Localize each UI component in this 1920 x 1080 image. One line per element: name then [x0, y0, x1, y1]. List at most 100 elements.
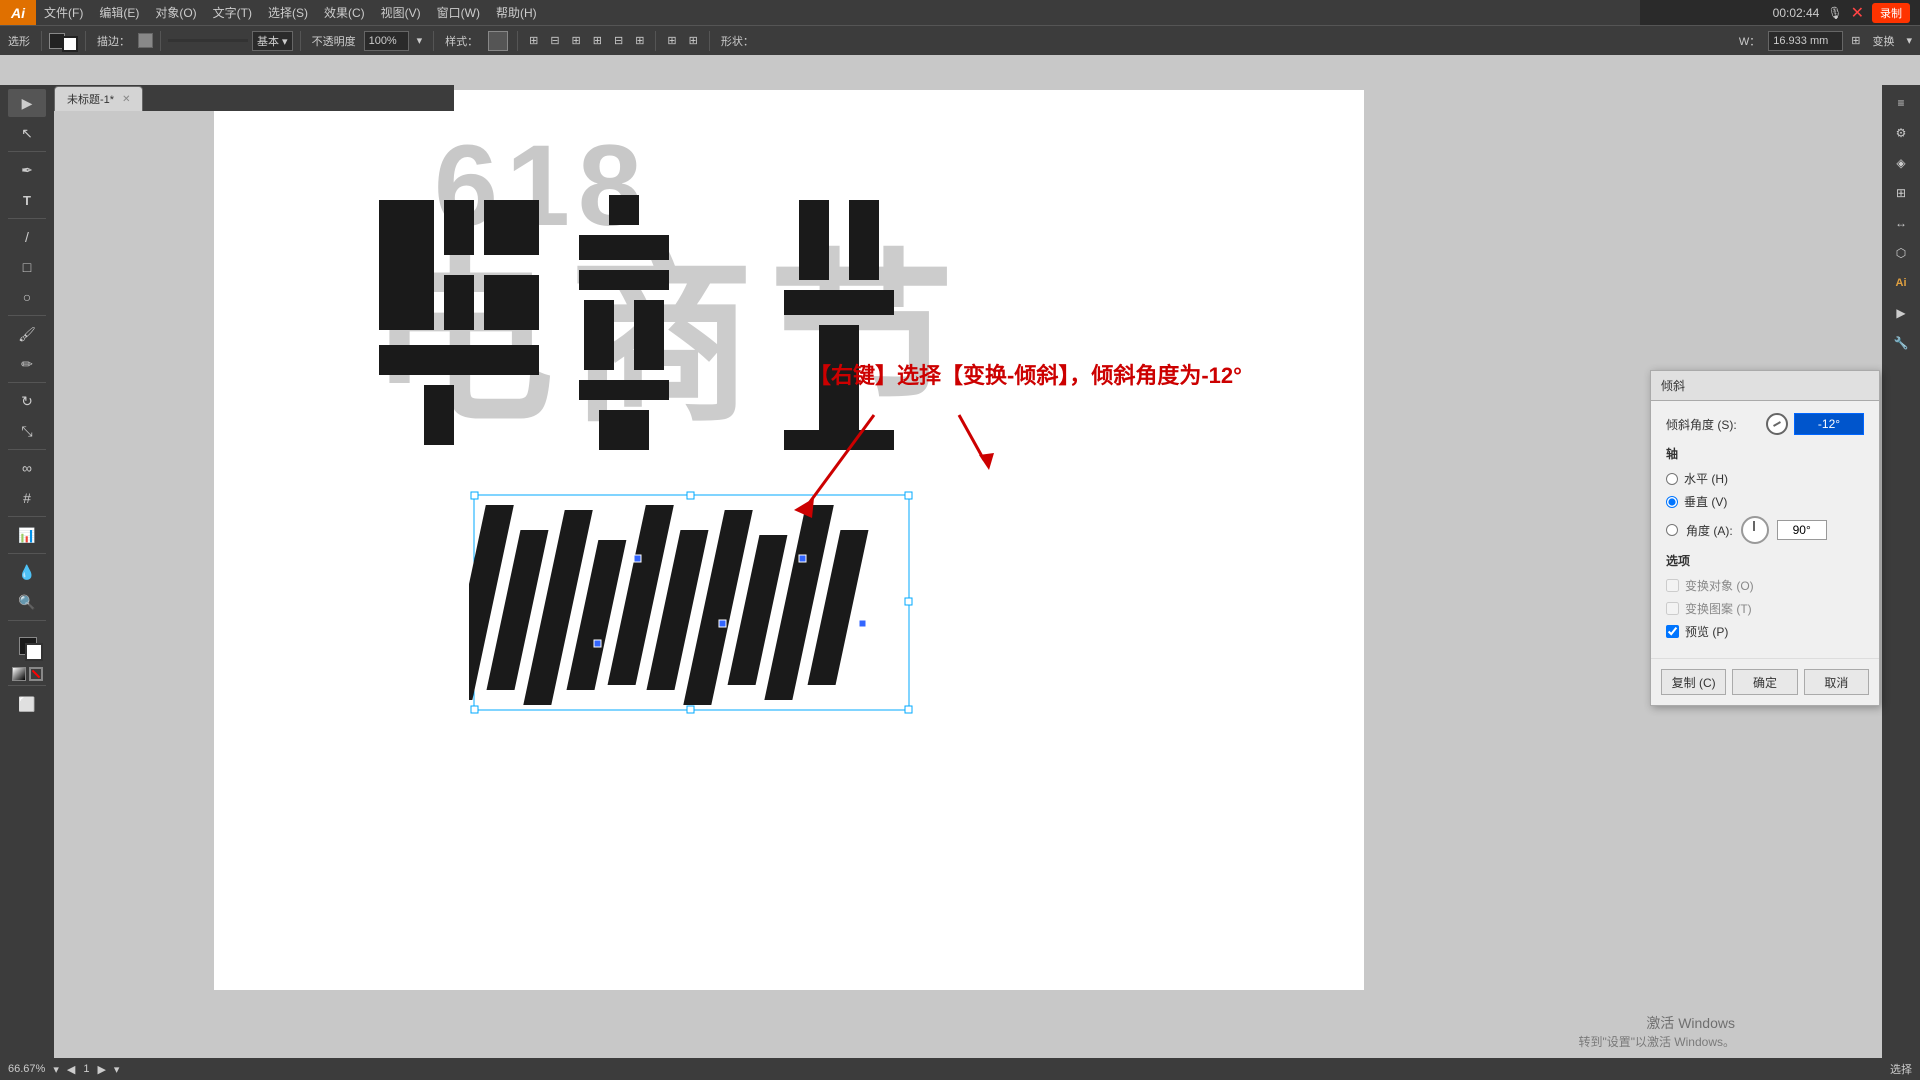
top-toolbar: 选形 描边： 基本 ▾ 不透明度 ▾ 样式： ⊞ ⊟ ⊞ ⊞ ⊟ ⊞ ⊞ ⊞ 形…: [0, 25, 1920, 55]
record-button[interactable]: 录制: [1872, 3, 1910, 23]
panel-align[interactable]: ⊞: [1885, 179, 1917, 207]
menu-text[interactable]: 文字(T): [205, 0, 260, 25]
panel-play[interactable]: ▶: [1885, 299, 1917, 327]
page-next[interactable]: ▶: [97, 1063, 105, 1076]
tool-brush[interactable]: 🖌: [8, 320, 46, 348]
distribute-h[interactable]: ⊞: [663, 29, 680, 53]
tool-rotate[interactable]: ↻: [8, 387, 46, 415]
tool-sep1: [8, 151, 46, 152]
menu-effect[interactable]: 效果(C): [316, 0, 373, 25]
ok-button[interactable]: 确定: [1732, 669, 1797, 695]
tool-pencil[interactable]: ✏: [8, 350, 46, 378]
menu-object[interactable]: 对象(O): [147, 0, 204, 25]
cancel-button[interactable]: 取消: [1804, 669, 1869, 695]
panel-ai-text[interactable]: Ai: [1885, 269, 1917, 297]
menu-bar: Ai 文件(F) 编辑(E) 对象(O) 文字(T) 选择(S) 效果(C) 视…: [0, 0, 1920, 25]
page-num: 1: [83, 1063, 89, 1075]
tool-ellipse[interactable]: ○: [8, 283, 46, 311]
tool-graph[interactable]: 📊: [8, 521, 46, 549]
panel-symbols[interactable]: ◈: [1885, 149, 1917, 177]
gradient-icon[interactable]: [12, 667, 26, 681]
vertical-radio-row: 垂直 (V): [1666, 493, 1864, 510]
transform-objects-checkbox[interactable]: [1666, 579, 1679, 592]
align-center-h[interactable]: ⊟: [546, 29, 563, 53]
status-bar: 66.67% ▾ ◀ 1 ▶ ▾ 选择: [0, 1058, 1920, 1080]
panel-plugins[interactable]: 🔧: [1885, 329, 1917, 357]
stroke-dropdown[interactable]: [138, 33, 153, 48]
menu-file[interactable]: 文件(F): [36, 0, 91, 25]
stroke-label: 描边：: [93, 29, 134, 53]
horizontal-radio[interactable]: [1666, 473, 1678, 485]
tool-blend[interactable]: ∞: [8, 454, 46, 482]
align-top[interactable]: ⊞: [589, 29, 606, 53]
mic-icon[interactable]: 🎙: [1827, 6, 1842, 20]
angle-input[interactable]: 90°: [1777, 520, 1827, 540]
tool-rect[interactable]: □: [8, 253, 46, 281]
align-left[interactable]: ⊞: [525, 29, 542, 53]
panel-properties[interactable]: ⚙: [1885, 119, 1917, 147]
panel-pathfinder[interactable]: ⬡: [1885, 239, 1917, 267]
zoom-arrows[interactable]: ▾: [53, 1063, 59, 1076]
transform-arrow[interactable]: ▾: [1902, 29, 1916, 53]
angle-radio[interactable]: [1666, 524, 1678, 536]
preview-checkbox[interactable]: [1666, 625, 1679, 638]
panel-layers[interactable]: ≡: [1885, 89, 1917, 117]
page-prev[interactable]: ◀: [67, 1063, 75, 1076]
vertical-radio[interactable]: [1666, 496, 1678, 508]
shear-dial: [1766, 413, 1788, 435]
distribute-v[interactable]: ⊞: [685, 29, 702, 53]
copy-button[interactable]: 复制 (C): [1661, 669, 1726, 695]
transform-patterns-label: 变换图案 (T): [1685, 600, 1752, 617]
active-tab[interactable]: 未标题-1* ✕: [54, 86, 143, 111]
opacity-arrow[interactable]: ▾: [413, 29, 427, 53]
stroke-swatch[interactable]: [62, 36, 78, 52]
align-right[interactable]: ⊞: [568, 29, 585, 53]
tool-direct-select[interactable]: ↖: [8, 119, 46, 147]
tool-select[interactable]: ▶: [8, 89, 46, 117]
sep4: [300, 31, 301, 51]
artboard: 618 电商节: [214, 90, 1364, 990]
opacity-input[interactable]: [364, 31, 409, 51]
align-center-v[interactable]: ⊟: [610, 29, 627, 53]
dialog-title-text: 倾斜: [1661, 377, 1685, 394]
tab-close-btn[interactable]: ✕: [122, 94, 130, 105]
zoom-display: 66.67%: [8, 1063, 45, 1075]
menu-edit[interactable]: 编辑(E): [91, 0, 147, 25]
panel-transform[interactable]: ↔: [1885, 209, 1917, 237]
transform-patterns-row: 变换图案 (T): [1666, 600, 1864, 617]
tool-text[interactable]: T: [8, 186, 46, 214]
close-icon[interactable]: ✕: [1851, 3, 1864, 23]
tool-line[interactable]: /: [8, 223, 46, 251]
tool-sep8: [8, 620, 46, 621]
tool-mode-selector[interactable]: 选形: [4, 29, 34, 53]
tab-bar: 未标题-1* ✕: [54, 85, 454, 111]
none-icon[interactable]: [29, 667, 43, 681]
page-arrows[interactable]: ▾: [114, 1063, 120, 1076]
transform-icon[interactable]: ⊞: [1847, 29, 1864, 53]
tool-mesh[interactable]: #: [8, 484, 46, 512]
preview-row: 预览 (P): [1666, 623, 1864, 640]
shape-label: 形状：: [717, 29, 758, 53]
tool-scale[interactable]: ⤡: [8, 417, 46, 445]
sep2: [85, 31, 86, 51]
timer-display: 00:02:44: [1773, 6, 1820, 20]
menu-view[interactable]: 视图(V): [373, 0, 429, 25]
tool-eyedropper[interactable]: 💧: [8, 558, 46, 586]
tool-zoom[interactable]: 🔍: [8, 588, 46, 616]
menu-help[interactable]: 帮助(H): [488, 0, 545, 25]
menu-window[interactable]: 窗口(W): [429, 0, 488, 25]
tool-screen-mode[interactable]: ⬜: [8, 690, 46, 718]
transform-patterns-checkbox[interactable]: [1666, 602, 1679, 615]
tool-pen[interactable]: ✒: [8, 156, 46, 184]
basic-dropdown[interactable]: 基本 ▾: [252, 31, 293, 51]
width-input[interactable]: [1768, 31, 1843, 51]
dialog-footer: 复制 (C) 确定 取消: [1651, 658, 1879, 705]
dialog-title-bar[interactable]: 倾斜: [1651, 371, 1879, 401]
shear-angle-input[interactable]: -12°: [1794, 413, 1864, 435]
angle-row: 角度 (A): 90°: [1666, 516, 1864, 544]
style-preview: [488, 31, 508, 51]
shear-dialog: 倾斜 倾斜角度 (S): -12° 轴 水平 (H) 垂直 (V) 角度 (A)…: [1650, 370, 1880, 706]
color-swatches[interactable]: [11, 629, 43, 661]
align-bottom[interactable]: ⊞: [631, 29, 648, 53]
menu-select[interactable]: 选择(S): [260, 0, 316, 25]
